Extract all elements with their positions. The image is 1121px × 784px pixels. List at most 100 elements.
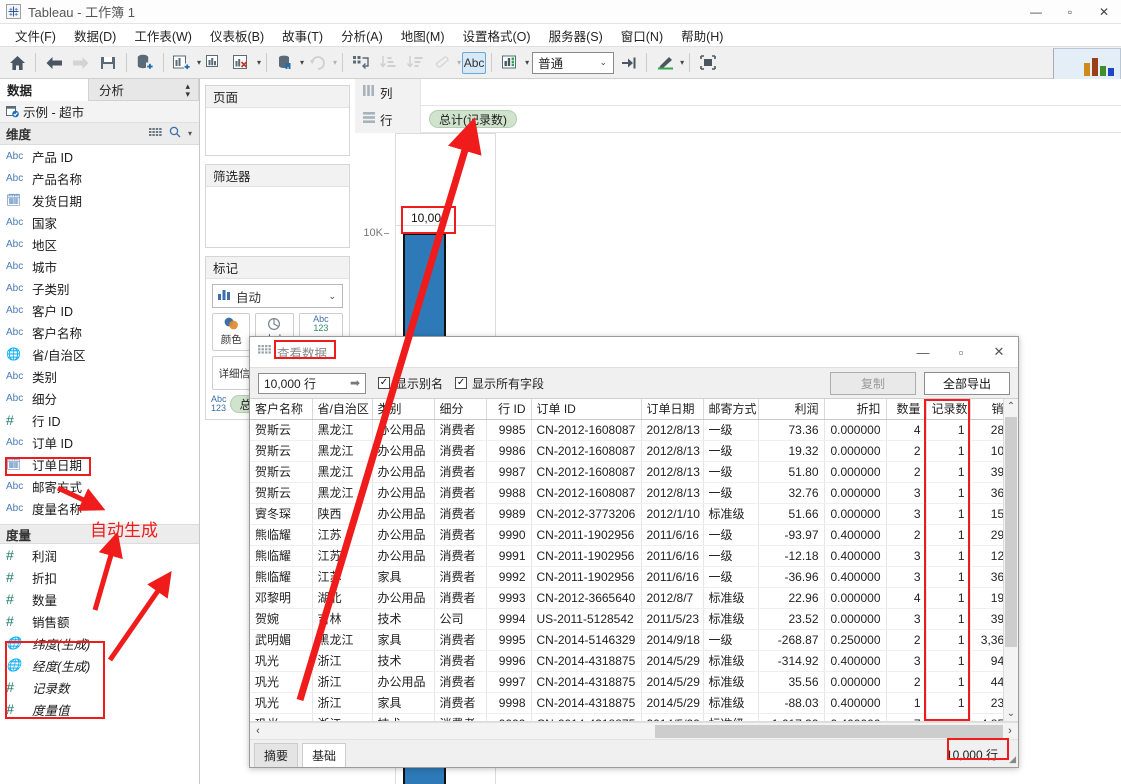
new-worksheet-dropdown-icon[interactable]: ▾ [197,58,201,67]
dimension-field[interactable]: Abc 邮寄方式 [0,475,199,497]
column-header-sales[interactable]: 销售额 [970,399,1003,420]
table-row[interactable]: 巩光 浙江 技术 消费者 9996 CN-2014-4318875 2014/5/29 标准级… [250,650,1003,672]
column-header-cat[interactable]: 类别 [372,399,435,420]
horizontal-scrollbar[interactable]: ‹ › [250,722,1018,739]
scroll-right-icon[interactable]: › [1002,725,1018,737]
column-header-cust[interactable]: 客户名称 [250,399,313,420]
measure-field[interactable]: # 销售额 [0,610,199,632]
table-row[interactable]: 武明媚 黑龙江 家具 消费者 9995 CN-2014-5146329 2014/9/18 一… [250,629,1003,651]
measure-field[interactable]: # 折扣 [0,566,199,588]
column-header-orderdate[interactable]: 订单日期 [641,399,704,420]
presentation-dropdown-icon[interactable]: ▾ [525,58,529,67]
close-button[interactable]: ✕ [1087,0,1121,24]
save-icon[interactable] [95,50,121,76]
table-row[interactable]: 熊临耀 江苏 办公用品 消费者 9990 CN-2011-1902956 2011/6/16… [250,524,1003,546]
highlight-pen-dropdown-icon[interactable]: ▾ [680,58,684,67]
vertical-scrollbar[interactable]: ⌃ ⌄ [1003,399,1018,721]
data-source-dropdown-icon[interactable]: ▾ [300,58,304,67]
measure-field[interactable]: 🌐 纬度(生成) [0,632,199,654]
marks-color-button[interactable]: 颜色 [212,313,251,351]
measure-field[interactable]: # 记录数 [0,676,199,698]
table-row[interactable]: 贺斯云 黑龙江 办公用品 消费者 9985 CN-2012-1608087 2012/8/1… [250,419,1003,441]
tab-analysis[interactable]: 分析 ▴ ▾ [88,79,199,101]
scroll-down-icon[interactable]: ⌄ [1007,706,1015,721]
menu-item-window[interactable]: 窗口(N) [612,24,672,47]
dimension-field[interactable]: Abc 客户名称 [0,321,199,343]
measure-field[interactable]: # 利润 [0,544,199,566]
column-header-seg[interactable]: 细分 [434,399,487,420]
column-header-discount[interactable]: 折扣 [824,399,887,420]
table-row[interactable]: 賨冬琛 陕西 办公用品 消费者 9989 CN-2012-3773206 2012/1/10… [250,503,1003,525]
swap-rows-columns-icon[interactable] [348,50,374,76]
tab-summary[interactable]: 摘要 [254,743,298,767]
chevron-down-icon[interactable]: ▾ [188,129,192,138]
menu-item-file[interactable]: 文件(F) [6,24,65,47]
dimension-field[interactable]: 🗓 发货日期 [0,189,199,211]
column-header-records[interactable]: 记录数 [926,399,971,420]
menu-item-data[interactable]: 数据(D) [65,24,125,47]
columns-drop-zone[interactable] [421,79,1121,106]
grid-view-icon[interactable] [148,127,162,141]
filters-card-body[interactable] [206,187,349,247]
dimension-field[interactable]: # 行 ID [0,409,199,431]
rows-input[interactable]: 10,000 行 ➡ [258,372,366,394]
table-row[interactable]: 巩光 浙江 办公用品 消费者 9997 CN-2014-4318875 2014/5/29 标… [250,671,1003,693]
resize-grip-icon[interactable]: ◢ [1009,754,1016,765]
menu-item-server[interactable]: 服务器(S) [540,24,612,47]
table-row[interactable]: 熊临耀 江苏 办公用品 消费者 9991 CN-2011-1902956 2011/6/16… [250,545,1003,567]
column-header-profit[interactable]: 利润 [758,399,825,420]
home-icon[interactable] [4,50,30,76]
menu-item-worksheet[interactable]: 工作表(W) [125,24,201,47]
show-me-panel[interactable] [1053,48,1121,82]
column-header-qty[interactable]: 数量 [886,399,927,420]
dimension-field[interactable]: Abc 子类别 [0,277,199,299]
tab-underlying[interactable]: 基础 [302,743,346,767]
dimension-field[interactable]: Abc 类别 [0,365,199,387]
clear-sheet-icon[interactable] [229,50,255,76]
table-row[interactable]: 贺斯云 黑龙江 办公用品 消费者 9988 CN-2012-1608087 2012/8/1… [250,482,1003,504]
column-header-prov[interactable]: 省/自治区 [312,399,373,420]
column-header-ship[interactable]: 邮寄方式 [703,399,759,420]
rows-drop-zone[interactable]: 总计(记录数) [421,106,1121,133]
tab-data[interactable]: 数据 [0,79,88,101]
dimension-field[interactable]: Abc 客户 ID [0,299,199,321]
data-source-refresh-icon[interactable] [272,50,298,76]
minimize-button[interactable]: — [1019,0,1053,24]
menu-item-help[interactable]: 帮助(H) [672,24,732,47]
presentation-chart-icon[interactable] [497,50,523,76]
column-header-rowid[interactable]: 行 ID [486,399,532,420]
vertical-scroll-thumb[interactable] [1005,417,1017,647]
new-worksheet-icon[interactable] [169,50,195,76]
dimension-field[interactable]: Abc 城市 [0,255,199,277]
scroll-up-icon[interactable]: ⌃ [1007,399,1015,414]
dimension-field[interactable]: 🗓 订单日期 [0,453,199,475]
highlight-pen-icon[interactable] [652,50,678,76]
updown-icon[interactable]: ▴ ▾ [185,81,190,98]
dimension-field[interactable]: Abc 订单 ID [0,431,199,453]
table-row[interactable]: 贺斯云 黑龙江 办公用品 消费者 9987 CN-2012-1608087 2012/8/1… [250,461,1003,483]
export-all-button[interactable]: 全部导出 [924,371,1010,395]
pages-card-body[interactable] [206,108,349,155]
clear-sheet-dropdown-icon[interactable]: ▾ [257,58,261,67]
table-row[interactable]: 邓黎明 湖北 办公用品 消费者 9993 CN-2012-3665640 2012/8/7 标… [250,587,1003,609]
measure-field[interactable]: # 数量 [0,588,199,610]
show-alias-checkbox[interactable]: ✓ 显示别名 [378,375,443,392]
measure-field[interactable]: 🌐 经度(生成) [0,654,199,676]
table-row[interactable]: 贺婉 吉林 技术 公司 9994 US-2011-5128542 2011/5/23 标准级 2… [250,608,1003,630]
menu-item-dashboard[interactable]: 仪表板(B) [201,24,273,47]
duplicate-sheet-icon[interactable] [202,50,228,76]
datasource-row[interactable]: 示例 - 超市 [0,101,199,123]
dimension-field[interactable]: Abc 产品 ID [0,145,199,167]
menu-item-story[interactable]: 故事(T) [273,24,332,47]
presentation-mode-icon[interactable] [695,50,721,76]
menu-item-analysis[interactable]: 分析(A) [332,24,392,47]
measure-field[interactable]: # 度量值 [0,698,199,720]
marks-type-select[interactable]: 自动 ⌄ [212,284,343,308]
data-grid-wrapper[interactable]: 客户名称 省/自治区 类别 细分行 ID 订单 ID 订单日期 邮寄方式 利润 折扣 数量 记录数销… [250,399,1018,722]
dimension-field[interactable]: Abc 国家 [0,211,199,233]
scroll-left-icon[interactable]: ‹ [250,725,266,737]
dimension-field[interactable]: Abc 产品名称 [0,167,199,189]
dimension-field[interactable]: Abc 细分 [0,387,199,409]
menu-item-map[interactable]: 地图(M) [392,24,454,47]
back-arrow-icon[interactable] [41,50,67,76]
